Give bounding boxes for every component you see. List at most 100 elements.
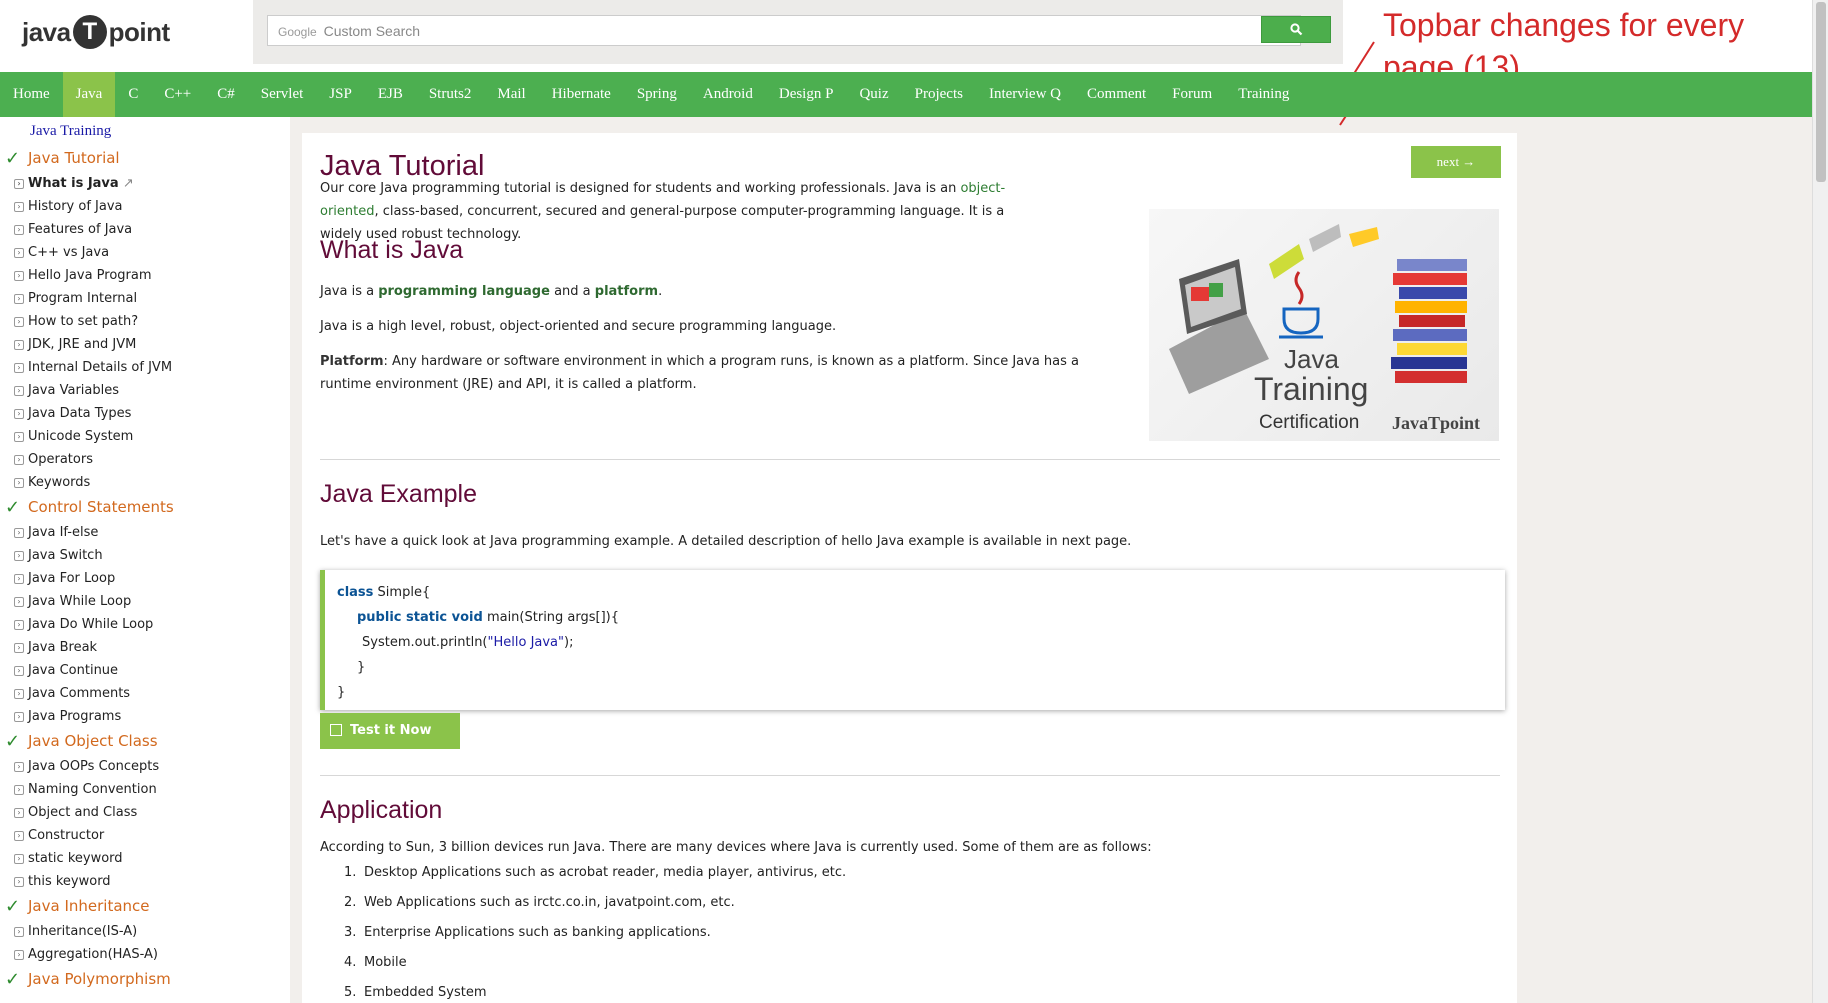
sidebar-item[interactable]: › Java Variables [0,379,290,402]
sidebar-item-label: Hello Java Program [28,268,152,283]
what-paragraph-2: Java is a high level, robust, object-ori… [320,319,837,334]
nav-item-spring[interactable]: Spring [624,72,690,117]
code-text: ); [564,635,574,650]
code-text: main(String args[]){ [482,610,620,625]
arrow-bullet-icon: › [14,294,24,304]
page-scrollbar[interactable] [1812,0,1828,1003]
sidebar-section[interactable]: ✓ Java Polymorphism [0,966,290,993]
nav-item-comment[interactable]: Comment [1074,72,1159,117]
sidebar-item[interactable]: › Java Comments [0,682,290,705]
code-text: System.out.println( [362,635,488,650]
sidebar-item[interactable]: › Inheritance(IS-A) [0,920,290,943]
nav-item-java[interactable]: Java [62,72,116,117]
edit-icon [330,724,342,736]
code-text: Simple{ [373,585,431,600]
sidebar-item[interactable]: › Java Continue [0,659,290,682]
nav-item-c-[interactable]: C# [204,72,248,117]
sidebar-section[interactable]: ✓ Control Statements [0,494,290,521]
nav-item-design-p[interactable]: Design P [766,72,847,117]
nav-item-interview-q[interactable]: Interview Q [976,72,1074,117]
nav-item-c-[interactable]: C++ [151,72,204,117]
sidebar-item[interactable]: › Java Break [0,636,290,659]
sidebar-item[interactable]: › How to set path? [0,310,290,333]
list-number: 3. [344,925,357,940]
nav-item-ejb[interactable]: EJB [365,72,416,117]
java-training-banner[interactable]: Java Training Certification JavaTpoint [1149,209,1499,441]
sidebar-item[interactable]: › this keyword [0,870,290,893]
sidebar-item[interactable]: › Naming Convention [0,778,290,801]
sidebar-section[interactable]: ✓ Java Inheritance [0,893,290,920]
arrow-bullet-icon: › [14,831,24,841]
sidebar-item[interactable]: › Internal Details of JVM [0,356,290,379]
nav-item-hibernate[interactable]: Hibernate [539,72,624,117]
sidebar-item[interactable]: › History of Java [0,195,290,218]
sidebar-item[interactable]: › static keyword [0,847,290,870]
sidebar-item[interactable]: › Object and Class [0,801,290,824]
sidebar-item[interactable]: › Unicode System [0,425,290,448]
sidebar-item[interactable]: › Java If-else [0,521,290,544]
sidebar-item[interactable]: › Java For Loop [0,567,290,590]
sidebar-item[interactable]: › What is Java ↗ [0,172,290,195]
arrow-bullet-icon: › [14,950,24,960]
site-logo[interactable]: java T point [22,12,182,52]
sidebar-item[interactable]: › Keywords [0,471,290,494]
search-button[interactable] [1261,16,1331,43]
list-item: 3. Enterprise Applications such as bankin… [344,918,846,948]
sidebar-item[interactable]: › Java While Loop [0,590,290,613]
nav-item-android[interactable]: Android [690,72,766,117]
sidebar-item[interactable]: › C++ vs Java [0,241,290,264]
sidebar-item-label: Aggregation(HAS-A) [28,947,158,962]
sidebar-section-title: Java Inheritance [28,897,150,915]
nav-item-jsp[interactable]: JSP [316,72,365,117]
scrollbar-thumb[interactable] [1816,2,1826,182]
sidebar-section[interactable]: ✓ Java Tutorial [0,145,290,172]
sidebar-section[interactable]: ✓ Java Object Class [0,728,290,755]
sidebar-item[interactable]: › JDK, JRE and JVM [0,333,290,356]
example-paragraph: Let's have a quick look at Java programm… [320,534,1132,549]
sidebar-item[interactable]: › Operators [0,448,290,471]
sidebar-item[interactable]: › Java OOPs Concepts [0,755,290,778]
sidebar-item-label: Java While Loop [28,594,132,609]
arrow-bullet-icon: › [14,597,24,607]
sidebar-item[interactable]: › Java Programs [0,705,290,728]
nav-item-projects[interactable]: Projects [902,72,976,117]
main-content: next → Java Tutorial Our core Java progr… [302,133,1517,1003]
nav-item-struts2[interactable]: Struts2 [416,72,485,117]
arrow-bullet-icon: › [14,248,24,258]
nav-item-quiz[interactable]: Quiz [846,72,901,117]
sidebar-item[interactable]: › Features of Java [0,218,290,241]
nav-item-home[interactable]: Home [0,72,63,117]
what-text: Java is a [320,284,379,299]
programming-language-link[interactable]: programming language [378,284,550,299]
sidebar-section-title: Java Polymorphism [28,970,171,988]
logo-mark: T [72,15,107,49]
search-input[interactable]: Google Custom Search [267,15,1301,46]
platform-link[interactable]: platform [595,284,658,299]
test-it-now-button[interactable]: Test it Now [320,713,460,749]
nav-item-mail[interactable]: Mail [484,72,538,117]
sidebar-item[interactable]: › Java Switch [0,544,290,567]
sidebar-item[interactable]: › Constructor [0,824,290,847]
sidebar-item-label: Java OOPs Concepts [28,759,160,774]
sidebar-section-title: Java Object Class [28,732,158,750]
sidebar-item[interactable]: › Aggregation(HAS-A) [0,943,290,966]
sidebar-item[interactable]: › Java Do While Loop [0,613,290,636]
search-icon [1289,23,1302,36]
list-item: 1. Desktop Applications such as acrobat r… [344,858,846,888]
sidebar-item[interactable]: › Program Internal [0,287,290,310]
sidebar-training-link[interactable]: Java Training [30,123,111,140]
nav-item-servlet[interactable]: Servlet [248,72,317,117]
sidebar-item-label: Object and Class [28,805,138,820]
sidebar-item[interactable]: › Java Data Types [0,402,290,425]
nav-item-c[interactable]: C [115,72,151,117]
sidebar-item-label: What is Java [28,176,119,191]
arrow-bullet-icon: › [14,551,24,561]
sidebar-item-label: Java Break [28,640,98,655]
intro-text: Our core Java programming tutorial is de… [320,181,961,196]
next-button[interactable]: next → [1411,146,1501,178]
sidebar-item[interactable]: › Hello Java Program [0,264,290,287]
nav-item-training[interactable]: Training [1225,72,1302,117]
code-example: class Simple{ public static void main(St… [320,570,1505,710]
sidebar-item-label: Features of Java [28,222,133,237]
nav-item-forum[interactable]: Forum [1159,72,1225,117]
